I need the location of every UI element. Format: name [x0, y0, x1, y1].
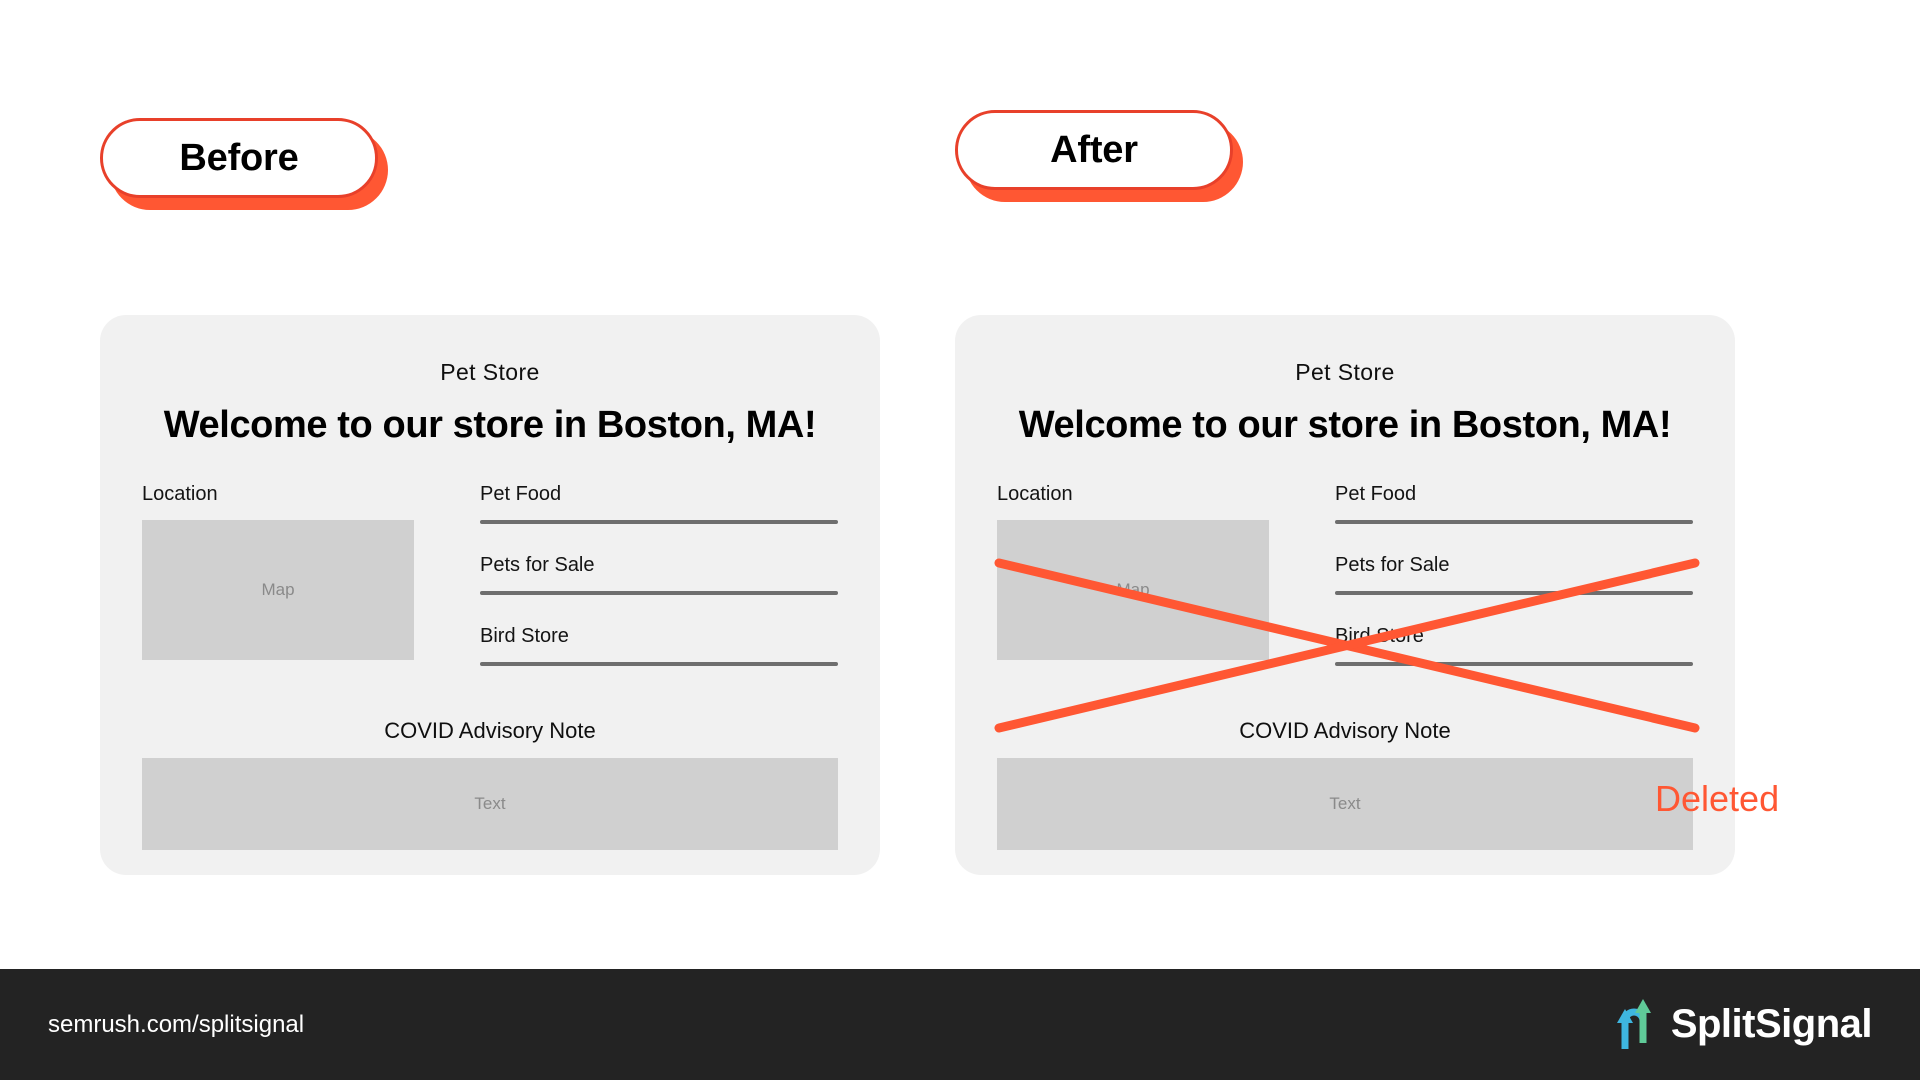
divider — [1335, 520, 1693, 524]
map-placeholder: Map — [997, 520, 1269, 660]
advisory-heading: COVID Advisory Note — [384, 718, 596, 743]
page-title: Welcome to our store in Boston, MA! — [1018, 404, 1672, 446]
link-label: Pets for Sale — [1335, 554, 1450, 576]
divider — [1335, 591, 1693, 595]
link-label: Pet Food — [480, 483, 562, 505]
link-label: Bird Store — [480, 625, 569, 647]
list-item[interactable]: Pet Food — [480, 483, 838, 524]
after-badge: After — [955, 110, 1243, 202]
location-column: Location Map — [142, 483, 414, 672]
footer-url[interactable]: semrush.com/splitsignal — [48, 1011, 304, 1039]
location-label: Location — [142, 483, 218, 505]
divider — [1335, 662, 1693, 666]
after-badge-face: After — [955, 110, 1233, 190]
advisory-placeholder-label: Text — [474, 794, 506, 813]
before-badge-label: Before — [179, 136, 299, 179]
link-label: Pets for Sale — [480, 554, 595, 576]
before-badge-face: Before — [100, 118, 378, 198]
advisory-text-placeholder: Text — [142, 758, 838, 850]
content-columns: Location Map Pet Food Pets for Sale Bird… — [142, 483, 838, 672]
footer-bar: semrush.com/splitsignal SplitSignal — [0, 969, 1920, 1080]
list-item[interactable]: Bird Store — [1335, 625, 1693, 666]
store-name: Pet Store — [1295, 359, 1395, 385]
slide-canvas: Before After Pet Store Welcome to our st… — [0, 0, 1920, 1080]
list-item[interactable]: Pets for Sale — [1335, 554, 1693, 595]
divider — [480, 591, 838, 595]
advisory-text-placeholder: Text — [997, 758, 1693, 850]
list-item[interactable]: Pets for Sale — [480, 554, 838, 595]
brand-name: SplitSignal — [1670, 1002, 1873, 1046]
map-placeholder-label: Map — [261, 580, 295, 599]
link-label: Pet Food — [1335, 483, 1417, 505]
list-item[interactable]: Bird Store — [480, 625, 838, 666]
advisory-heading: COVID Advisory Note — [1239, 718, 1451, 743]
divider — [480, 662, 838, 666]
link-label: Bird Store — [1335, 625, 1424, 647]
after-page-mockup: Pet Store Welcome to our store in Boston… — [955, 315, 1735, 875]
before-badge: Before — [100, 118, 388, 210]
map-placeholder: Map — [142, 520, 414, 660]
advisory-placeholder-label: Text — [1329, 794, 1361, 813]
list-item[interactable]: Pet Food — [1335, 483, 1693, 524]
location-label: Location — [997, 483, 1073, 505]
splitsignal-logo-icon — [1616, 998, 1651, 1049]
page-title: Welcome to our store in Boston, MA! — [163, 404, 817, 446]
map-placeholder-label: Map — [1116, 580, 1150, 599]
store-name: Pet Store — [440, 359, 540, 385]
divider — [480, 520, 838, 524]
links-column: Pet Food Pets for Sale Bird Store — [1335, 483, 1693, 672]
links-column: Pet Food Pets for Sale Bird Store — [480, 483, 838, 672]
deleted-annotation: Deleted — [1655, 778, 1780, 819]
brand-lockup: SplitSignal — [1611, 998, 1873, 1051]
location-column: Location Map — [997, 483, 1269, 672]
before-page-mockup: Pet Store Welcome to our store in Boston… — [100, 315, 880, 875]
content-columns: Location Map Pet Food Pets for Sale Bird… — [997, 483, 1693, 672]
after-badge-label: After — [1050, 128, 1138, 171]
